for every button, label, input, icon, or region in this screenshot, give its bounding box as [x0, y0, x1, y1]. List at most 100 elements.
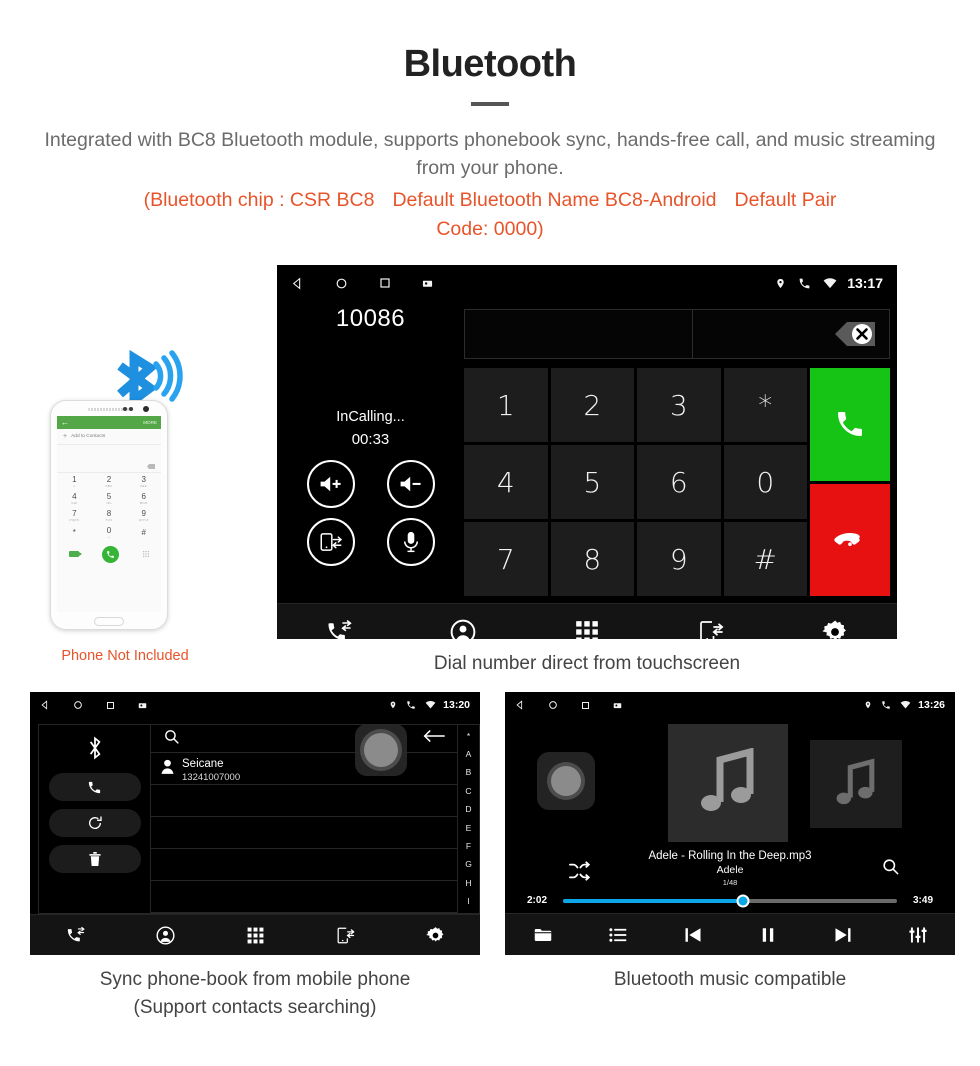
touch-ring-icon	[364, 733, 398, 767]
album-art-next[interactable]	[810, 740, 902, 828]
dial-key-5[interactable]: 5	[550, 445, 634, 519]
phone-home-key[interactable]	[94, 617, 124, 626]
dial-button[interactable]	[48, 773, 141, 801]
phone-key-3[interactable]: 3 DEF	[126, 473, 161, 490]
phone-key-0[interactable]: 0 +	[92, 524, 127, 541]
phone-key-7[interactable]: 7 PQRS	[57, 507, 92, 524]
shuffle-icon[interactable]	[568, 861, 591, 886]
volume-down-button[interactable]	[386, 460, 435, 508]
search-icon[interactable]	[881, 857, 900, 881]
alpha-index-f[interactable]: F	[466, 842, 471, 851]
dial-key-4[interactable]: 4	[464, 445, 548, 519]
mute-mic-button[interactable]	[386, 518, 435, 566]
keypad-icon[interactable]	[246, 926, 265, 945]
phone-keypad-toggle-icon[interactable]	[142, 545, 150, 563]
phone-keypad[interactable]: 1 ∞ 2 ABC 3 DEF 4 GHI 5 JKL 6 MNO 7 PQRS 8 TUV 9 WXYZ * 0 + #	[57, 473, 161, 541]
phone-key-2[interactable]: 2 ABC	[92, 473, 127, 490]
dial-key-9[interactable]: 9	[637, 522, 721, 596]
phone-sync-icon[interactable]	[336, 926, 355, 945]
album-art-current[interactable]	[668, 724, 788, 842]
phone-number-input[interactable]	[57, 445, 161, 473]
phone-add-contact-row[interactable]: + Add to Contacts	[57, 429, 161, 445]
phone-key-digit: 1	[72, 474, 77, 484]
dial-key-star[interactable]: *	[723, 368, 807, 442]
dial-key-hash[interactable]: #	[723, 522, 807, 596]
number-input-field[interactable]	[465, 310, 693, 358]
call-history-icon[interactable]	[66, 926, 85, 945]
phone-key-star[interactable]: *	[57, 524, 92, 541]
alpha-index-b[interactable]: B	[466, 768, 472, 777]
alpha-index-d[interactable]: D	[465, 805, 471, 814]
back-arrow-icon[interactable]	[423, 729, 445, 748]
dialpad-keys[interactable]: 1 2 3 * 4 5 6 0 7 8 9 #	[464, 368, 807, 596]
dial-key-7[interactable]: 7	[464, 522, 548, 596]
screenshot-icon[interactable]	[422, 278, 433, 289]
previous-icon[interactable]	[684, 926, 702, 944]
home-icon[interactable]	[335, 277, 348, 290]
backspace-button[interactable]	[817, 317, 879, 351]
contacts-icon[interactable]	[155, 926, 175, 945]
recents-icon[interactable]	[106, 701, 115, 710]
phone-key-5[interactable]: 5 JKL	[92, 490, 127, 507]
call-button[interactable]	[810, 368, 890, 481]
settings-icon[interactable]	[425, 926, 445, 945]
phone-sync-icon[interactable]	[698, 619, 724, 639]
dial-key-2[interactable]: 2	[550, 368, 634, 442]
back-icon[interactable]	[40, 700, 50, 710]
next-icon[interactable]	[834, 926, 852, 944]
video-call-icon[interactable]	[68, 551, 82, 557]
alphabet-index[interactable]: * A B C D E F G H I	[458, 724, 480, 914]
phone-key-4[interactable]: 4 GHI	[57, 490, 92, 507]
contacts-icon[interactable]	[450, 619, 476, 639]
contact-rows[interactable]: Seicane 13241007000	[151, 753, 457, 913]
screenshot-icon[interactable]	[138, 701, 147, 710]
phone-key-hash[interactable]: #	[126, 524, 161, 541]
dial-key-6[interactable]: 6	[637, 445, 721, 519]
sync-contacts-button[interactable]	[48, 809, 141, 837]
call-controls	[291, 460, 451, 566]
phone-more-label[interactable]: MORE	[143, 420, 157, 425]
phone-backspace-icon[interactable]	[147, 464, 155, 469]
alpha-index-star[interactable]: *	[467, 731, 470, 741]
playlist-icon[interactable]	[608, 926, 627, 944]
hangup-button[interactable]	[810, 483, 890, 596]
settings-icon[interactable]	[822, 619, 848, 639]
contact-search-bar[interactable]	[151, 725, 457, 753]
alpha-index-h[interactable]: H	[465, 878, 471, 888]
phone-key-8[interactable]: 8 TUV	[92, 507, 127, 524]
pause-icon[interactable]	[759, 926, 777, 944]
delete-contacts-button[interactable]	[48, 845, 141, 873]
back-icon[interactable]	[291, 276, 304, 290]
progress-knob[interactable]	[736, 894, 750, 907]
progress-slider[interactable]	[563, 894, 897, 907]
contact-row[interactable]: Seicane 13241007000	[151, 753, 457, 785]
home-icon[interactable]	[73, 700, 83, 710]
home-icon[interactable]	[548, 700, 558, 710]
music-tab-bar[interactable]	[505, 913, 955, 955]
dial-key-8[interactable]: 8	[550, 522, 634, 596]
screenshot-icon[interactable]	[613, 701, 622, 710]
alpha-index-g[interactable]: G	[465, 860, 472, 869]
phone-key-1[interactable]: 1 ∞	[57, 473, 92, 490]
call-history-icon[interactable]	[326, 619, 352, 639]
alpha-index-e[interactable]: E	[466, 823, 472, 833]
transfer-call-button[interactable]	[306, 518, 355, 566]
alpha-index-c[interactable]: C	[465, 786, 471, 796]
phonebook-tab-bar[interactable]	[30, 914, 480, 955]
recents-icon[interactable]	[581, 701, 590, 710]
folder-icon[interactable]	[534, 926, 552, 944]
phone-key-9[interactable]: 9 WXYZ	[126, 507, 161, 524]
keypad-icon[interactable]	[574, 619, 600, 639]
dialer-tab-bar[interactable]	[277, 603, 897, 639]
dial-key-1[interactable]: 1	[464, 368, 548, 442]
volume-up-button[interactable]	[306, 460, 355, 508]
alpha-index-a[interactable]: A	[466, 750, 472, 759]
equalizer-icon[interactable]	[908, 926, 927, 944]
alpha-index-i[interactable]: I	[467, 897, 469, 906]
phone-key-6[interactable]: 6 MNO	[126, 490, 161, 507]
phone-call-button[interactable]	[101, 545, 119, 563]
dial-key-3[interactable]: 3	[637, 368, 721, 442]
recents-icon[interactable]	[379, 277, 391, 289]
dial-key-0[interactable]: 0	[723, 445, 807, 519]
back-icon[interactable]	[515, 700, 525, 710]
